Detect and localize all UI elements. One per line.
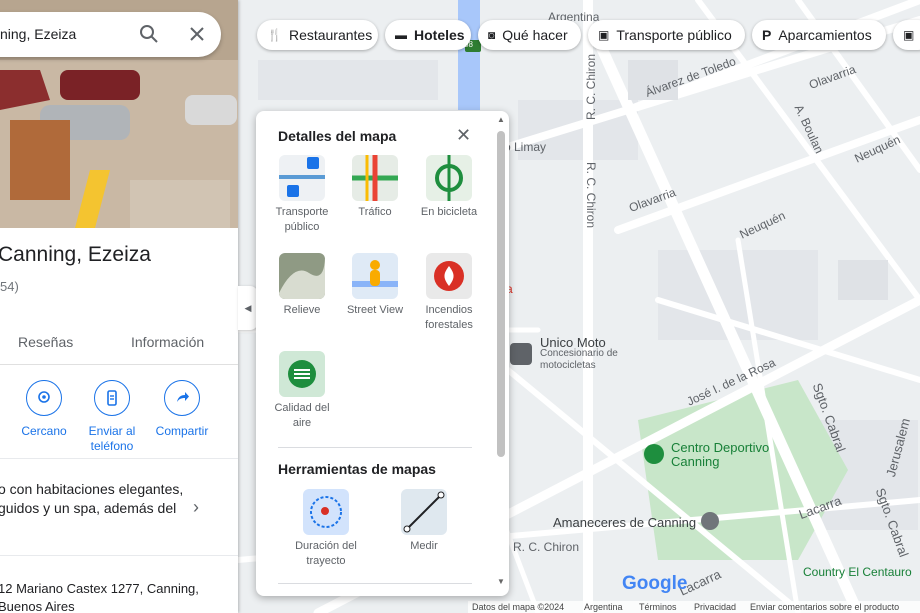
poi-category: Concesionario de motocicletas (540, 348, 618, 371)
scroll-up-icon[interactable]: ▲ (497, 115, 505, 124)
tools-title: Herramientas de mapas (278, 461, 436, 477)
chip-hotels[interactable]: ▬ Hoteles (385, 20, 471, 50)
traffic-icon (352, 155, 398, 201)
place-title: Canning, Ezeiza (0, 243, 151, 266)
shop-pin-icon[interactable] (510, 343, 532, 365)
send-to-phone-icon (94, 380, 130, 416)
chip-label: Restaurantes (288, 27, 373, 43)
street-label: R. C. Chiron (513, 540, 580, 554)
details-title: Detalles del mapa (278, 128, 397, 144)
bed-icon: ▬ (395, 28, 407, 42)
chip-label: Transporte público (616, 27, 732, 43)
close-icon[interactable] (186, 23, 208, 45)
tab-reviews[interactable]: Reseñas (18, 334, 73, 350)
nearby-label: Cercano (21, 424, 67, 438)
chip-label: Aparcamientos (778, 27, 872, 43)
layer-traffic[interactable]: Tráfico (339, 155, 411, 220)
fork-knife-icon: 🍴 (267, 28, 282, 42)
search-icon[interactable] (138, 23, 160, 45)
layer-terrain[interactable]: Relieve (266, 253, 338, 318)
search-box[interactable]: ning, Ezeiza (0, 12, 221, 57)
map-data-attribution: Datos del mapa ©2024 (472, 602, 565, 612)
layer-label: Relieve (283, 304, 321, 316)
nearby-icon (26, 380, 62, 416)
layer-street-view[interactable]: Street View (339, 253, 411, 318)
chevron-left-icon: ◀ (244, 302, 252, 313)
terms-link[interactable]: Términos (639, 602, 677, 612)
street-label: R. C. Chiron (584, 161, 599, 229)
bicycle-icon (426, 155, 472, 201)
tool-label: Medir (410, 540, 438, 552)
pegman-icon (352, 253, 398, 299)
feedback-link[interactable]: Enviar comentarios sobre el producto (750, 602, 899, 612)
collapse-panel-button[interactable]: ◀ (238, 286, 258, 330)
chevron-right-icon[interactable]: › (193, 497, 199, 518)
search-input[interactable]: ning, Ezeiza (0, 26, 76, 42)
chip-transit[interactable]: ▣ Transporte público (588, 20, 745, 50)
layer-label: Calidad del aire (274, 402, 330, 429)
measure-icon (401, 489, 447, 535)
poi-name[interactable]: Amaneceres de Canning (553, 515, 696, 530)
layer-wildfires[interactable]: Incendios forestales (413, 253, 485, 333)
divider (278, 447, 472, 448)
tab-info[interactable]: Información (131, 334, 204, 350)
tool-measure[interactable]: Medir (388, 489, 460, 554)
park-pin-icon[interactable] (644, 444, 664, 464)
chip-label: Hoteles (414, 27, 465, 43)
layer-air-quality[interactable]: Calidad del aire (266, 351, 338, 431)
chip-restaurants[interactable]: 🍴 Restaurantes (257, 20, 378, 50)
bus-icon: ▣ (598, 28, 610, 42)
scroll-down-icon[interactable]: ▼ (497, 577, 505, 586)
air-quality-icon (279, 351, 325, 397)
layer-transit[interactable]: Transporte público (266, 155, 338, 235)
travel-time-icon (303, 489, 349, 535)
layer-label: Incendios forestales (425, 304, 473, 331)
terrain-icon (279, 253, 325, 299)
tool-label: Duración del trayecto (295, 540, 357, 567)
nearby-button[interactable]: Cercano (14, 380, 74, 439)
parking-icon: P (762, 27, 772, 43)
country-link[interactable]: Argentina (584, 602, 623, 612)
chip-parking[interactable]: P Aparcamientos (752, 20, 886, 50)
rating-count[interactable]: 54) (0, 279, 19, 294)
bus-icon: ▣ (903, 28, 915, 42)
share-button[interactable]: Compartir (152, 380, 212, 439)
share-label: Compartir (155, 424, 209, 438)
divider (278, 583, 472, 584)
place-address[interactable]: 12 Mariano Castex 1277, Canning, Buenos … (0, 580, 228, 613)
place-description[interactable]: o con habitaciones elegantes, guidos y u… (0, 480, 193, 518)
poi-name[interactable]: Centro Deportivo Canning (671, 441, 781, 469)
privacy-link[interactable]: Privacidad (694, 602, 736, 612)
street-label: o Limay (504, 140, 547, 154)
map-footer: Datos del mapa ©2024 Argentina Términos … (468, 601, 920, 613)
close-icon[interactable]: ✕ (456, 125, 471, 146)
chip-more[interactable]: ▣ (893, 20, 920, 50)
poi-pin-icon[interactable] (701, 512, 719, 530)
send-to-phone-button[interactable]: Enviar al teléfono (82, 380, 142, 454)
chip-label: Qué hacer (502, 27, 568, 43)
google-logo: Google (622, 573, 688, 594)
layer-label: Tráfico (358, 206, 392, 218)
share-icon (164, 380, 200, 416)
map-details-panel: Detalles del mapa ✕ Transporte público T… (256, 111, 509, 596)
divider (0, 555, 238, 556)
layer-bicycling[interactable]: En bicicleta (413, 155, 485, 220)
place-panel: Canning, Ezeiza 54) Reseñas Información … (0, 0, 238, 613)
tool-travel-time[interactable]: Duración del trayecto (290, 489, 362, 569)
street-label: R. C. Chiron (584, 53, 599, 121)
fire-icon (426, 253, 472, 299)
scrollbar-thumb[interactable] (497, 131, 505, 457)
divider (0, 458, 238, 459)
send-to-phone-label: Enviar al teléfono (88, 424, 136, 453)
layer-label: Transporte público (275, 206, 329, 233)
layer-label: En bicicleta (420, 206, 478, 218)
camera-icon: ◙ (488, 28, 496, 42)
poi-name[interactable]: Country El Centauro (803, 565, 912, 579)
chip-things-to-do[interactable]: ◙ Qué hacer (478, 20, 581, 50)
layer-label: Street View (346, 304, 404, 316)
transit-icon (279, 155, 325, 201)
tab-bar: Reseñas Información (0, 322, 238, 365)
